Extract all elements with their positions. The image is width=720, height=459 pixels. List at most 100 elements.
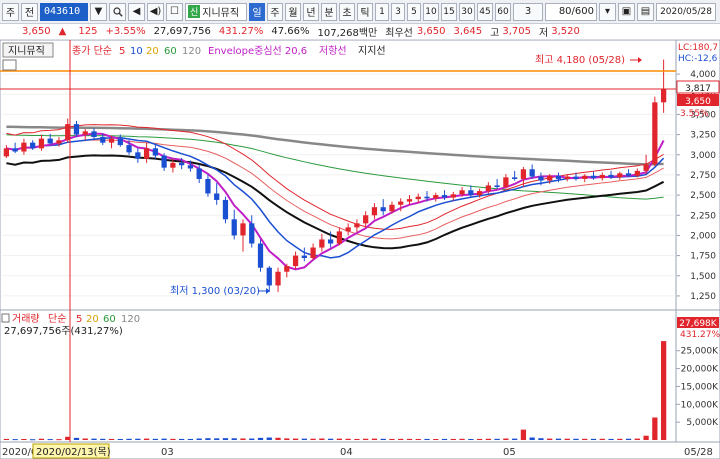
save-icon[interactable]: ▣ bbox=[618, 2, 635, 21]
period-tick-button[interactable]: 틱 bbox=[357, 2, 373, 21]
candle-body bbox=[222, 199, 229, 220]
minute-15-button[interactable]: 15 bbox=[441, 2, 457, 21]
sound-icon[interactable]: ◀) bbox=[147, 2, 164, 21]
volume-bar bbox=[205, 438, 211, 440]
volume-bar bbox=[240, 438, 246, 440]
legend-volume: 거래량 bbox=[12, 313, 40, 325]
candle-body bbox=[433, 195, 439, 199]
stock-name: 지니뮤직 bbox=[202, 8, 240, 19]
volume-bar bbox=[187, 438, 194, 440]
print-icon[interactable]: ▤ bbox=[637, 2, 654, 21]
volume-bar bbox=[222, 438, 229, 440]
volume-bar bbox=[529, 437, 535, 440]
minute-1-button[interactable]: 1 bbox=[375, 2, 389, 21]
volume-bar bbox=[231, 438, 237, 440]
legend-ma-label: 종가 단순 bbox=[72, 45, 112, 57]
candle-body bbox=[608, 174, 614, 178]
legend-ma60: 60 bbox=[164, 46, 177, 57]
stock-code-input[interactable]: 043610 bbox=[40, 2, 88, 21]
chevron-down-icon[interactable]: ▼ bbox=[90, 2, 107, 21]
candle-body bbox=[555, 175, 562, 179]
price-chart[interactable]: 4,0003,7503,5003,2503,0002,7502,5002,250… bbox=[0, 40, 720, 459]
lc-label: LC:180,7 bbox=[678, 43, 718, 53]
candle-body bbox=[652, 102, 658, 165]
volume-bar bbox=[47, 439, 53, 441]
candle-body bbox=[564, 176, 570, 179]
x-label-03: 03 bbox=[161, 447, 174, 458]
legend-ma120: 120 bbox=[182, 46, 201, 57]
candle-body bbox=[117, 138, 123, 146]
market-select-button[interactable]: 전 bbox=[21, 2, 38, 21]
legend-ma5: 5 bbox=[119, 46, 125, 57]
volume-bar bbox=[380, 438, 386, 440]
candle-body bbox=[240, 223, 246, 236]
minute-5-button[interactable]: 5 bbox=[407, 2, 421, 21]
candle-body bbox=[56, 140, 62, 144]
period-year-button[interactable]: 년 bbox=[303, 2, 319, 21]
chart-type-button[interactable]: 주 bbox=[2, 2, 19, 21]
volume-bar bbox=[389, 438, 395, 440]
period-day-button[interactable]: 일 bbox=[249, 2, 265, 21]
prev-stock-icon[interactable]: ◀ bbox=[128, 2, 145, 21]
stock-label: 지니뮤직 bbox=[8, 45, 45, 57]
chevron-down-icon[interactable]: ▾ bbox=[599, 2, 616, 21]
data-count-input[interactable]: 80/600 bbox=[545, 2, 597, 21]
volume-bar bbox=[555, 438, 562, 440]
panel-settings-icon[interactable] bbox=[2, 59, 17, 71]
low-annotation: 최저 1,300 (03/20) bbox=[170, 285, 260, 297]
price-tick-label: 2,250 bbox=[690, 211, 716, 221]
candle-body bbox=[135, 152, 141, 159]
volume-bar bbox=[143, 438, 150, 440]
candle-body bbox=[30, 142, 36, 149]
period-week-button[interactable]: 주 bbox=[267, 2, 283, 21]
candle-body bbox=[161, 155, 167, 168]
period-second-button[interactable]: 초 bbox=[339, 2, 355, 21]
candle-body bbox=[126, 145, 132, 153]
low-label: 저 bbox=[539, 28, 549, 39]
volume-bar bbox=[100, 438, 106, 440]
volume-bar bbox=[398, 438, 404, 440]
candle-body bbox=[170, 162, 176, 168]
price-tick-label: 4,000 bbox=[690, 70, 716, 80]
volume-settings-icon[interactable] bbox=[1, 313, 10, 323]
volume-bar bbox=[459, 438, 465, 440]
candle-body bbox=[187, 165, 194, 169]
candle-body bbox=[249, 223, 255, 244]
volume-bar bbox=[161, 438, 167, 440]
date-input[interactable]: 2020/05/28 bbox=[656, 2, 716, 21]
candle-body bbox=[12, 148, 18, 152]
minute-45-button[interactable]: 45 bbox=[477, 2, 493, 21]
stock-name-field[interactable]: 신 지니뮤직 bbox=[185, 2, 247, 21]
candle-body bbox=[3, 148, 10, 157]
candle-body bbox=[73, 124, 80, 135]
volume-bar bbox=[582, 438, 588, 440]
search-icon[interactable] bbox=[109, 2, 126, 21]
volume-pct-tag: 431.27% bbox=[680, 330, 720, 340]
period-month-button[interactable]: 월 bbox=[285, 2, 301, 21]
minute-10-button[interactable]: 10 bbox=[423, 2, 439, 21]
minute-3-button[interactable]: 3 bbox=[391, 2, 405, 21]
period-minute-button[interactable]: 분 bbox=[321, 2, 337, 21]
candle-body bbox=[547, 175, 553, 181]
volume-bar bbox=[371, 438, 378, 440]
volume-bar bbox=[56, 439, 62, 441]
minute-60-button[interactable]: 60 bbox=[495, 2, 511, 21]
candle-body bbox=[634, 170, 640, 176]
candle-body bbox=[590, 175, 597, 179]
turnover-ratio: 47.66% bbox=[271, 26, 310, 37]
stock-chart-window: 주 전 043610 ▼ ◀ ◀) ☐ 신 지니뮤직 일 주 월 년 분 초 틱… bbox=[0, 0, 720, 459]
candle-body bbox=[380, 207, 386, 212]
add-to-watchlist-icon[interactable]: ☐ bbox=[166, 2, 183, 21]
volume-bar bbox=[126, 438, 132, 440]
price-tick-label: 1,500 bbox=[690, 272, 716, 282]
up-arrow-icon: ▲ bbox=[58, 26, 67, 37]
minute-30-button[interactable]: 30 bbox=[459, 2, 475, 21]
minute-select[interactable]: 3 bbox=[513, 2, 543, 21]
candle-body bbox=[371, 207, 378, 216]
last-pct-tag: 3.55% bbox=[680, 109, 709, 119]
candle-body bbox=[47, 138, 53, 144]
candle-body bbox=[617, 173, 623, 178]
volume-bar bbox=[406, 438, 413, 440]
volume-bar bbox=[503, 438, 509, 440]
legend-vol120: 120 bbox=[121, 314, 140, 325]
